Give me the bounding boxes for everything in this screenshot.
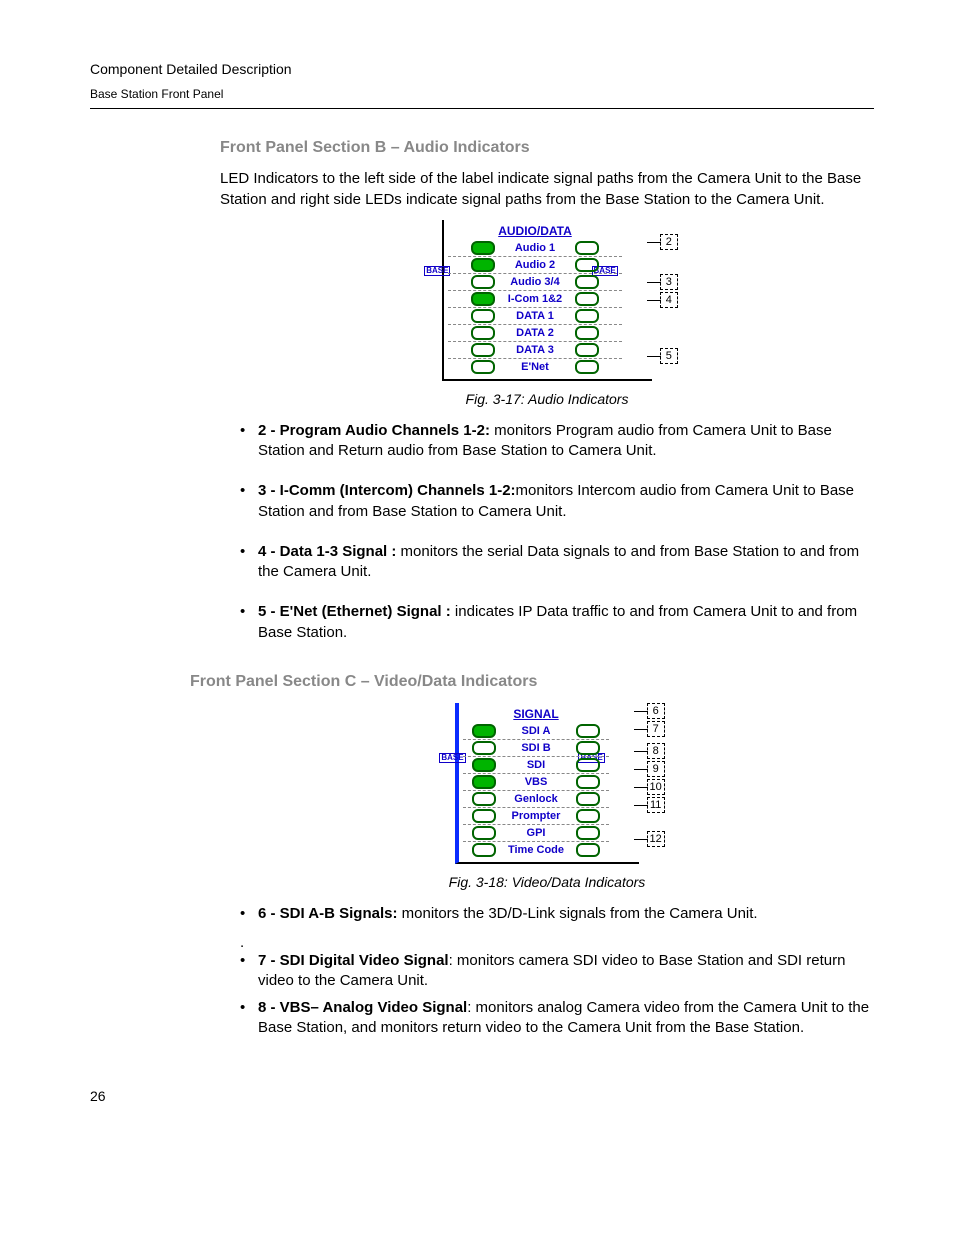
section-c-bullets: 6 - SDI A-B Signals: monitors the 3D/D-L… — [240, 904, 874, 924]
row-label: GPI — [502, 827, 570, 839]
led-icon — [472, 792, 496, 806]
figure-video-caption: Fig. 3-18: Video/Data Indicators — [220, 874, 874, 890]
section-c-bullets-2: 7 - SDI Digital Video Signal: monitors c… — [240, 951, 874, 1038]
led-icon — [472, 741, 496, 755]
callout-box: 4 — [660, 292, 678, 308]
bullet-rest: monitors the 3D/D-Link signals from the … — [397, 905, 757, 922]
led-icon — [471, 292, 495, 306]
callout-box: 8 — [647, 743, 665, 759]
led-icon — [576, 775, 600, 789]
led-icon — [472, 724, 496, 738]
callout-box: 7 — [647, 721, 665, 737]
list-item: 8 - VBS– Analog Video Signal: monitors a… — [240, 998, 874, 1039]
row-label: DATA 1 — [501, 310, 569, 322]
led-icon — [471, 360, 495, 374]
bullet-lead: 3 - I-Comm (Intercom) Channels 1-2: — [258, 482, 516, 499]
led-icon — [472, 843, 496, 857]
led-icon — [576, 724, 600, 738]
figure-audio-caption: Fig. 3-17: Audio Indicators — [220, 391, 874, 407]
section-b-bullets: 2 - Program Audio Channels 1-2: monitors… — [240, 421, 874, 643]
panel-side-label-left: BASE — [439, 753, 465, 763]
bullet-lead: 7 - SDI Digital Video Signal — [258, 952, 449, 969]
row-label: Audio 1 — [501, 242, 569, 254]
callout-box: 5 — [660, 348, 678, 364]
section-c-heading: Front Panel Section C – Video/Data Indic… — [190, 673, 874, 691]
row-label: SDI B — [502, 742, 570, 754]
callout-box: 11 — [647, 797, 665, 813]
row-label: Audio 2 — [501, 259, 569, 271]
row-label: I-Com 1&2 — [501, 293, 569, 305]
callout-box: 12 — [647, 831, 665, 847]
led-icon — [472, 775, 496, 789]
list-item: 6 - SDI A-B Signals: monitors the 3D/D-L… — [240, 904, 874, 924]
figure-video-indicators: SIGNAL BASE BASE SDI A SDI B SDI VBS Gen… — [220, 703, 874, 864]
list-item: 7 - SDI Digital Video Signal: monitors c… — [240, 951, 874, 992]
row-label: Time Code — [502, 844, 570, 856]
led-icon — [472, 758, 496, 772]
led-icon — [576, 758, 600, 772]
page-number: 26 — [90, 1088, 874, 1104]
callout-box: 2 — [660, 234, 678, 250]
list-item: 4 - Data 1-3 Signal : monitors the seria… — [240, 542, 874, 583]
led-icon — [472, 809, 496, 823]
header-line-2: Base Station Front Panel — [90, 86, 874, 103]
led-icon — [575, 258, 599, 272]
led-icon — [576, 843, 600, 857]
bullet-lead: 5 - E'Net (Ethernet) Signal : — [258, 603, 451, 620]
list-item: 5 - E'Net (Ethernet) Signal : indicates … — [240, 602, 874, 643]
callout-box: 3 — [660, 274, 678, 290]
led-icon — [576, 792, 600, 806]
row-label: SDI A — [502, 725, 570, 737]
audio-panel: AUDIO/DATA BASE BASE Audio 1 Audio 2 Aud… — [442, 220, 652, 381]
led-icon — [575, 343, 599, 357]
callout-box: 6 — [647, 703, 665, 719]
bullet-lead: 2 - Program Audio Channels 1-2: — [258, 422, 490, 439]
led-icon — [575, 360, 599, 374]
led-icon — [471, 275, 495, 289]
led-icon — [575, 292, 599, 306]
led-icon — [575, 326, 599, 340]
stray-period: . — [240, 934, 874, 951]
signal-panel: SIGNAL BASE BASE SDI A SDI B SDI VBS Gen… — [455, 703, 638, 864]
header-line-1: Component Detailed Description — [90, 60, 874, 80]
audio-panel-title: AUDIO/DATA — [448, 224, 622, 240]
led-icon — [576, 826, 600, 840]
led-icon — [471, 258, 495, 272]
led-icon — [576, 741, 600, 755]
section-b-heading: Front Panel Section B – Audio Indicators — [220, 139, 874, 157]
row-label: E'Net — [501, 361, 569, 373]
list-item: 2 - Program Audio Channels 1-2: monitors… — [240, 421, 874, 462]
led-icon — [575, 309, 599, 323]
row-label: Prompter — [502, 810, 570, 822]
led-icon — [575, 241, 599, 255]
callout-box: 10 — [647, 779, 665, 795]
list-item: 3 - I-Comm (Intercom) Channels 1-2:monit… — [240, 481, 874, 522]
row-label: DATA 3 — [501, 344, 569, 356]
led-icon — [472, 826, 496, 840]
led-icon — [471, 309, 495, 323]
row-label: SDI — [502, 759, 570, 771]
header-rule — [90, 108, 874, 109]
bullet-lead: 4 - Data 1-3 Signal : — [258, 543, 396, 560]
led-icon — [575, 275, 599, 289]
row-label: Genlock — [502, 793, 570, 805]
row-label: Audio 3/4 — [501, 276, 569, 288]
signal-panel-title: SIGNAL — [463, 707, 608, 723]
row-label: VBS — [502, 776, 570, 788]
led-icon — [471, 343, 495, 357]
led-icon — [576, 809, 600, 823]
section-b-intro: LED Indicators to the left side of the l… — [220, 169, 874, 210]
figure-audio-indicators: AUDIO/DATA BASE BASE Audio 1 Audio 2 Aud… — [220, 220, 874, 381]
callout-box: 9 — [647, 761, 665, 777]
panel-side-label-left: BASE — [424, 266, 450, 276]
led-icon — [471, 241, 495, 255]
bullet-lead: 6 - SDI A-B Signals: — [258, 905, 397, 922]
row-label: DATA 2 — [501, 327, 569, 339]
bullet-lead: 8 - VBS– Analog Video Signal — [258, 999, 467, 1016]
led-icon — [471, 326, 495, 340]
